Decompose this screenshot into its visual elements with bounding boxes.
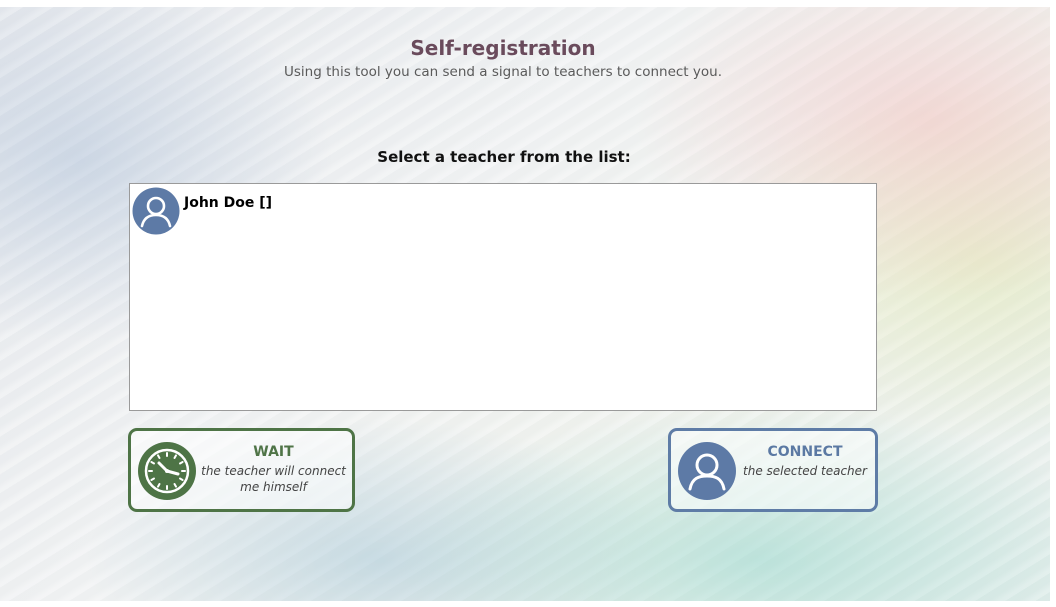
user-avatar-icon (132, 187, 180, 235)
wait-button-description: the teacher will connect me himself (201, 464, 346, 494)
window-frame-bottom (0, 601, 1056, 607)
window-frame-top (0, 0, 1056, 7)
user-avatar-icon (678, 442, 736, 500)
connect-button-description: the selected teacher (743, 464, 867, 478)
page-title: Self-registration (410, 36, 596, 60)
connect-button-title: CONNECT (767, 444, 843, 460)
teacher-list[interactable]: John Doe [] (129, 183, 877, 411)
page-subtitle: Using this tool you can send a signal to… (284, 64, 722, 80)
wait-button-title: WAIT (253, 444, 294, 460)
wait-button[interactable]: WAIT the teacher will connect me himself (128, 428, 355, 512)
teacher-list-heading: Select a teacher from the list: (377, 148, 631, 166)
teacher-list-item[interactable]: John Doe [] (132, 187, 272, 239)
connect-button[interactable]: CONNECT the selected teacher (668, 428, 878, 512)
wait-button-text: WAIT the teacher will connect me himself (199, 443, 348, 495)
connect-button-text: CONNECT the selected teacher (739, 443, 871, 479)
window-frame-right (1050, 0, 1056, 607)
teacher-name: John Doe [] (184, 195, 273, 211)
clock-icon (138, 442, 196, 500)
